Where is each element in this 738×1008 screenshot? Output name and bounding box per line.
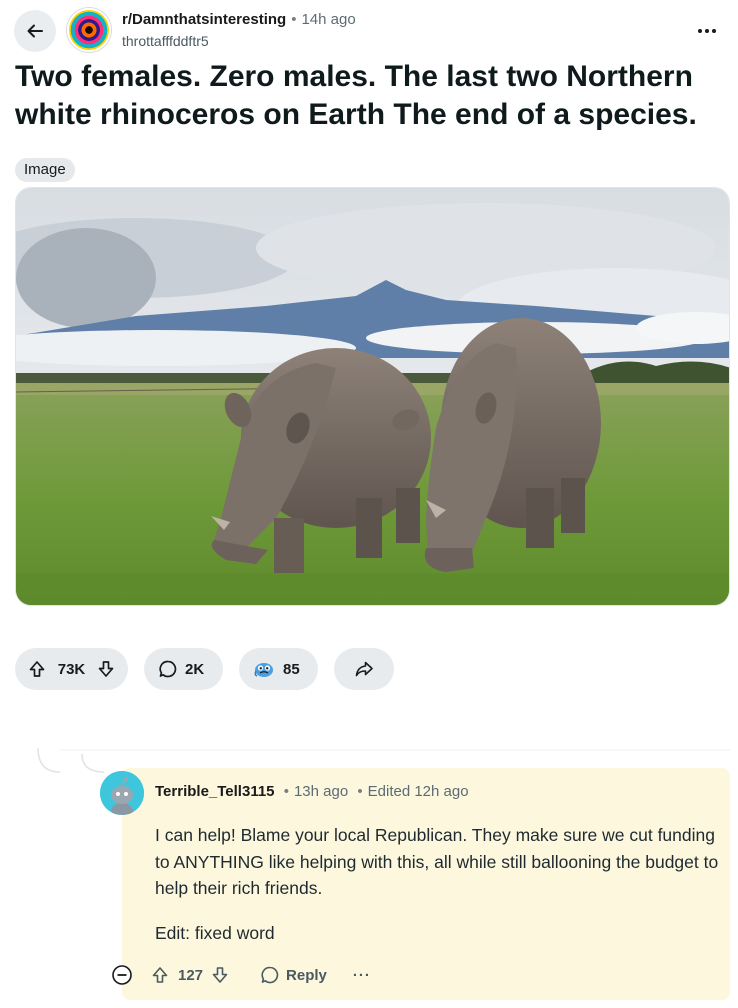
post-author[interactable]: throttafffddftr5 [122,33,209,49]
share-button[interactable] [334,648,394,690]
subreddit-link[interactable]: r/Damnthatsinteresting [122,11,286,28]
comment-time: 13h ago [293,783,349,800]
arrow-up-icon [29,661,45,677]
reply-button[interactable]: Reply [260,965,327,985]
subreddit-avatar[interactable] [67,8,111,52]
post-page: r/Damnthatsinteresting • 14h ago throttaff… [0,0,738,1008]
downvote-button[interactable] [96,659,116,679]
award-icon [253,659,275,679]
back-button[interactable] [14,10,56,52]
comment-more-button[interactable]: ··· [353,967,371,984]
vote-score: 73K [57,660,86,678]
arrow-up-icon [152,967,168,983]
arrow-left-icon [27,24,43,38]
comment-username[interactable]: Terrible_Tell3115 [155,783,275,800]
vote-control: 73K [15,648,128,690]
comment-body: I can help! Blame your local Republican.… [155,825,719,898]
snoo-avatar-icon [100,771,144,815]
speech-bubble-icon [261,966,279,984]
post-flair[interactable]: Image [15,158,75,182]
comment-edit-note: Edit: fixed word [155,923,275,943]
comment-meta: Terrible_Tell3115 • 13h ago • Edited 12h a… [155,783,469,800]
share-arrow-icon [355,661,373,677]
post-title: Two females. Zero males. The last two No… [15,60,697,131]
comment-edited: Edited 12h ago [367,783,469,800]
arrow-down-icon [98,661,114,677]
post-options-button[interactable] [692,16,722,46]
post-meta: r/Damnthatsinteresting • 14h ago [122,11,356,28]
comment-downvote-button[interactable] [210,965,230,985]
reply-label: Reply [286,966,327,984]
speech-bubble-icon [158,659,178,679]
meta-separator: • [291,11,297,28]
meta-separator: • [357,783,363,800]
rhinos-photo [16,188,729,605]
comment-count: 2K [185,660,205,678]
arrow-down-icon [212,967,228,983]
minus-circle-icon [112,965,132,985]
award-count: 85 [283,660,300,678]
meta-separator: • [283,783,289,800]
collapse-thread-button[interactable] [111,964,133,986]
commenter-avatar[interactable] [100,771,144,815]
ellipsis-icon [698,29,716,33]
post-image[interactable] [15,187,730,606]
comment-actions: 127 Reply ··· [150,960,371,990]
upvote-button[interactable] [27,659,47,679]
awards-button[interactable]: 85 [239,648,318,690]
comment-score: 127 [178,966,204,984]
post-time: 14h ago [301,11,356,28]
comments-button[interactable]: 2K [144,648,223,690]
comment-upvote-button[interactable] [150,965,170,985]
